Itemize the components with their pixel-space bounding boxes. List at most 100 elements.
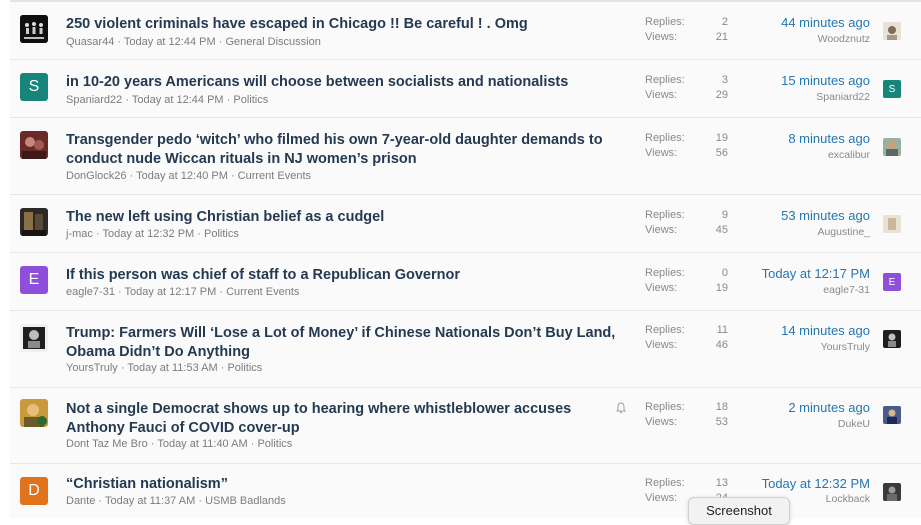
replies-label: Replies: [645,132,685,144]
thread-forum[interactable]: Politics [233,94,268,106]
last-poster-avatar[interactable]: S [883,80,901,98]
thread-row: S in 10-20 years Americans will choose b… [10,60,921,118]
last-post-user[interactable]: Augustine_ [817,226,870,238]
last-poster-avatar[interactable] [883,483,901,501]
last-poster-avatar[interactable] [883,406,901,424]
views-label: Views: [645,339,678,351]
thread-author[interactable]: j-mac [66,228,93,240]
thread-author[interactable]: Spaniard22 [66,94,122,106]
thread-title[interactable]: “Christian nationalism” [66,475,626,494]
meta-separator: · [117,36,122,48]
last-post-user[interactable]: Spaniard22 [816,91,870,103]
thread-start-time[interactable]: Today at 11:53 AM [127,362,217,374]
replies-count: 3 [721,74,728,86]
replies-count: 0 [721,267,728,279]
last-post-time[interactable]: Today at 12:32 PM [762,476,870,491]
meta-separator: · [150,438,155,450]
thread-author[interactable]: eagle7-31 [66,286,115,298]
last-post-time[interactable]: 15 minutes ago [781,73,870,88]
thread-forum[interactable]: USMB Badlands [205,495,286,507]
thread-start-time[interactable]: Today at 11:40 AM [157,438,247,450]
meta-separator: · [95,228,100,240]
avatar[interactable] [20,399,48,427]
last-post-time[interactable]: 53 minutes ago [781,208,870,223]
avatar[interactable] [20,324,48,352]
screenshot-button[interactable]: Screenshot [688,497,790,525]
views-label: Views: [645,31,678,43]
last-post-time[interactable]: 14 minutes ago [781,323,870,338]
thread-list: 250 violent criminals have escaped in Ch… [10,0,921,518]
thread-forum[interactable]: General Discussion [225,36,320,48]
thread-title[interactable]: Trump: Farmers Will ‘Lose a Lot of Money… [66,324,626,362]
thread-meta: j-mac · Today at 12:32 PM · Politics [66,228,239,240]
last-post-time[interactable]: 44 minutes ago [781,15,870,30]
replies-count: 18 [715,401,728,413]
thread-forum[interactable]: Politics [227,362,262,374]
thread-meta: Spaniard22 · Today at 12:44 PM · Politic… [66,94,268,106]
views-count: 29 [715,89,728,101]
thread-title[interactable]: The new left using Christian belief as a… [66,208,626,227]
last-poster-avatar[interactable] [883,22,901,40]
thread-forum[interactable]: Politics [257,438,292,450]
meta-separator: · [98,495,103,507]
last-post-user[interactable]: Lockback [826,493,870,505]
last-post-time[interactable]: 2 minutes ago [788,400,870,415]
last-poster-avatar[interactable] [883,330,901,348]
meta-separator: · [219,286,223,298]
avatar[interactable] [20,131,48,159]
thread-author[interactable]: Quasar44 [66,36,114,48]
last-post-user[interactable]: YoursTruly [821,341,870,353]
avatar[interactable] [20,15,48,43]
replies-label: Replies: [645,267,685,279]
meta-separator: · [125,94,130,106]
last-post-user[interactable]: DukeU [838,418,870,430]
last-poster-avatar[interactable]: E [883,273,901,291]
replies-count: 13 [715,477,728,489]
bell-icon[interactable] [616,402,626,414]
thread-author[interactable]: YoursTruly [66,362,118,374]
meta-separator: · [197,228,201,240]
last-post-user[interactable]: eagle7-31 [823,284,870,296]
last-poster-avatar[interactable] [883,138,901,156]
last-post-time[interactable]: 8 minutes ago [788,131,870,146]
views-label: Views: [645,224,678,236]
thread-meta: DonGlock26 · Today at 12:40 PM · Current… [66,170,311,182]
avatar[interactable] [20,208,48,236]
meta-separator: · [120,362,125,374]
thread-title[interactable]: in 10-20 years Americans will choose bet… [66,73,626,92]
avatar[interactable]: E [20,266,48,294]
thread-author[interactable]: Dont Taz Me Bro [66,438,148,450]
views-count: 45 [715,224,728,236]
meta-separator: · [218,36,223,48]
thread-row: The new left using Christian belief as a… [10,195,921,253]
thread-title[interactable]: Transgender pedo ‘witch’ who filmed his … [66,131,626,169]
thread-start-time[interactable]: Today at 12:44 PM [124,36,216,48]
thread-forum[interactable]: Current Events [226,286,299,298]
replies-count: 9 [721,209,728,221]
thread-author[interactable]: DonGlock26 [66,170,127,182]
meta-separator: · [230,170,235,182]
thread-start-time[interactable]: Today at 11:37 AM [105,495,195,507]
avatar[interactable]: S [20,73,48,101]
last-post-time[interactable]: Today at 12:17 PM [762,266,870,281]
thread-meta: Quasar44 · Today at 12:44 PM · General D… [66,36,321,48]
thread-title[interactable]: If this person was chief of staff to a R… [66,266,626,285]
thread-start-time[interactable]: Today at 12:40 PM [136,170,228,182]
thread-start-time[interactable]: Today at 12:32 PM [102,228,194,240]
replies-count: 11 [716,324,728,336]
thread-forum[interactable]: Current Events [238,170,311,182]
last-poster-avatar[interactable] [883,215,901,233]
last-post-user[interactable]: Woodznutz [818,33,870,45]
thread-start-time[interactable]: Today at 12:17 PM [125,286,217,298]
thread-meta: YoursTruly · Today at 11:53 AM · Politic… [66,362,262,374]
thread-forum[interactable]: Politics [204,228,239,240]
avatar[interactable]: D [20,477,48,505]
thread-title[interactable]: Not a single Democrat shows up to hearin… [66,400,626,438]
replies-label: Replies: [645,74,685,86]
thread-row: 250 violent criminals have escaped in Ch… [10,2,921,60]
last-post-user[interactable]: excalibur [828,149,870,161]
thread-title[interactable]: 250 violent criminals have escaped in Ch… [66,15,626,34]
replies-count: 2 [721,16,728,28]
thread-start-time[interactable]: Today at 12:44 PM [132,94,224,106]
thread-author[interactable]: Dante [66,495,95,507]
